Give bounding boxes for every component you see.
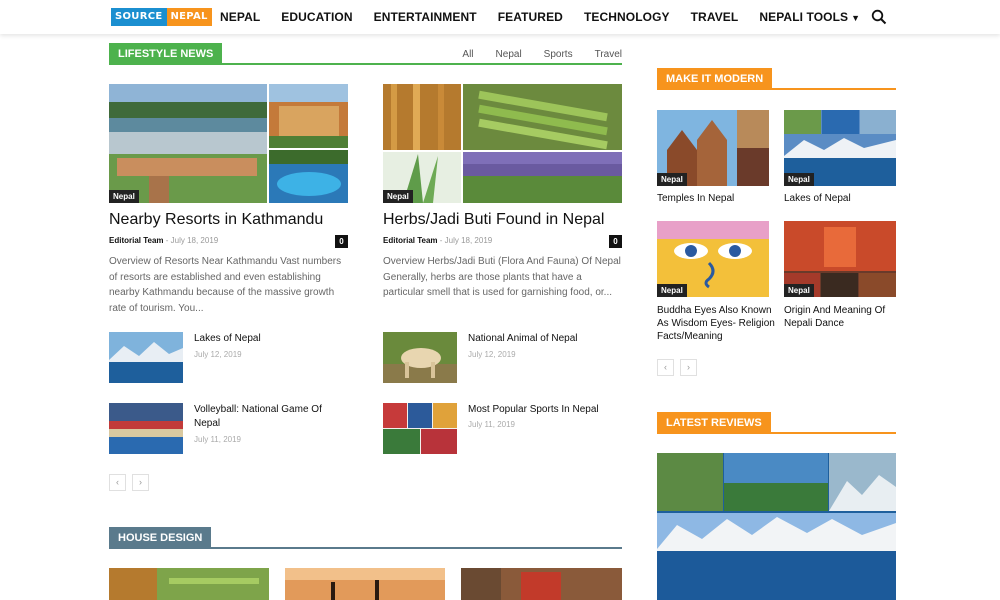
make-it-modern-header: MAKE IT MODERN <box>657 68 896 90</box>
nav-technology[interactable]: TECHNOLOGY <box>584 10 670 24</box>
author-name[interactable]: Editorial Team <box>109 236 164 245</box>
thumb-lakes-side[interactable]: Nepal <box>784 110 896 186</box>
latest-reviews-header: LATEST REVIEWS <box>657 412 896 434</box>
thumb-sports[interactable] <box>383 403 457 454</box>
post-date: July 18, 2019 <box>170 236 219 245</box>
article-meta: Editorial Team - July 18, 2019 <box>109 236 219 245</box>
prev-page-button[interactable]: ‹ <box>109 474 126 491</box>
article-title[interactable]: Herbs/Jadi Buti Found in Nepal <box>383 211 622 229</box>
article-title[interactable]: Nearby Resorts in Kathmandu <box>109 211 348 229</box>
comment-count[interactable]: 0 <box>609 235 622 248</box>
article-title[interactable]: Lakes of Nepal <box>194 332 344 346</box>
filter-travel[interactable]: Travel <box>595 49 622 60</box>
cow-thumb <box>383 332 457 383</box>
sports-thumb <box>383 403 457 454</box>
thumb-lakes[interactable] <box>109 332 183 383</box>
category-badge[interactable]: Nepal <box>784 284 814 297</box>
nav-education[interactable]: EDUCATION <box>281 10 352 24</box>
category-badge[interactable]: Nepal <box>657 173 687 186</box>
chevron-down-icon: ▼ <box>851 13 861 23</box>
search-icon[interactable] <box>871 9 887 25</box>
volleyball-thumb <box>109 403 183 454</box>
lakes-review-image <box>657 453 896 600</box>
filter-nepal[interactable]: Nepal <box>496 49 522 60</box>
article-title[interactable]: Volleyball: National Game Of Nepal <box>194 403 339 431</box>
thumb-nepali-dance[interactable]: Nepal <box>784 221 896 297</box>
thumb-volleyball[interactable] <box>109 403 183 454</box>
house-image-1 <box>109 568 269 600</box>
thumb-national-animal[interactable] <box>383 332 457 383</box>
featured-image-herbs[interactable]: Nepal <box>383 84 622 203</box>
main-nav: NEPAL EDUCATION ENTERTAINMENT FEATURED T… <box>220 0 881 34</box>
article-title[interactable]: Most Popular Sports In Nepal <box>468 403 618 417</box>
post-date: July 11, 2019 <box>194 435 241 444</box>
site-logo[interactable]: SOURCE NEPAL <box>111 8 212 26</box>
post-date: July 11, 2019 <box>468 420 515 429</box>
article-title[interactable]: Origin And Meaning Of Nepali Dance <box>784 304 896 330</box>
filter-all[interactable]: All <box>462 49 473 60</box>
house-thumb-1[interactable] <box>109 568 269 600</box>
article-excerpt: Overview of Resorts Near Kathmandu Vast … <box>109 256 342 314</box>
house-image-2 <box>285 568 445 600</box>
lifestyle-news-title: LIFESTYLE NEWS <box>109 43 223 65</box>
nav-nepal[interactable]: NEPAL <box>220 10 260 24</box>
article-excerpt: Overview Herbs/Jadi Buti (Flora And Faun… <box>383 256 621 298</box>
review-image[interactable] <box>657 453 896 600</box>
make-it-modern-title: MAKE IT MODERN <box>657 68 773 90</box>
lifestyle-news-header: LIFESTYLE NEWS All Nepal Sports Travel <box>109 43 622 65</box>
category-badge[interactable]: Nepal <box>383 190 413 203</box>
house-image-3 <box>461 568 622 600</box>
nav-nepali-tools[interactable]: NEPALI TOOLS ▼ <box>759 10 860 24</box>
logo-nepal: NEPAL <box>166 8 212 26</box>
category-filters: All Nepal Sports Travel <box>440 43 622 65</box>
herbs-collage <box>383 84 622 203</box>
article-meta: Editorial Team - July 18, 2019 <box>383 236 493 245</box>
comment-count[interactable]: 0 <box>335 235 348 248</box>
category-badge[interactable]: Nepal <box>657 284 687 297</box>
house-thumb-2[interactable] <box>285 568 445 600</box>
nav-featured[interactable]: FEATURED <box>498 10 563 24</box>
house-design-title: HOUSE DESIGN <box>109 527 212 549</box>
resort-collage <box>109 84 348 203</box>
nav-nepali-tools-label: NEPALI TOOLS <box>759 10 849 24</box>
pagination: ‹ › <box>657 359 703 376</box>
post-date: July 18, 2019 <box>444 236 493 245</box>
pagination: ‹ › <box>109 474 155 491</box>
latest-reviews-title: LATEST REVIEWS <box>657 412 771 434</box>
category-badge[interactable]: Nepal <box>109 190 139 203</box>
next-page-button[interactable]: › <box>680 359 697 376</box>
article-title[interactable]: Buddha Eyes Also Known As Wisdom Eyes- R… <box>657 304 775 343</box>
featured-image-resorts[interactable]: Nepal <box>109 84 348 203</box>
next-page-button[interactable]: › <box>132 474 149 491</box>
author-name[interactable]: Editorial Team <box>383 236 438 245</box>
prev-page-button[interactable]: ‹ <box>657 359 674 376</box>
article-title[interactable]: Lakes of Nepal <box>784 192 896 205</box>
category-badge[interactable]: Nepal <box>784 173 814 186</box>
house-thumb-3[interactable] <box>461 568 622 600</box>
thumb-buddha-eyes[interactable]: Nepal <box>657 221 769 297</box>
house-design-header: HOUSE DESIGN <box>109 527 622 549</box>
lake-thumb <box>109 332 183 383</box>
thumb-temples[interactable]: Nepal <box>657 110 769 186</box>
filter-sports[interactable]: Sports <box>544 49 573 60</box>
logo-source: SOURCE <box>111 8 167 26</box>
site-header: SOURCE NEPAL NEPAL EDUCATION ENTERTAINME… <box>0 0 1000 34</box>
post-date: July 12, 2019 <box>194 350 242 359</box>
post-date: July 12, 2019 <box>468 350 516 359</box>
article-title[interactable]: Temples In Nepal <box>657 192 769 205</box>
nav-travel[interactable]: TRAVEL <box>691 10 739 24</box>
article-title[interactable]: National Animal of Nepal <box>468 332 618 346</box>
nav-entertainment[interactable]: ENTERTAINMENT <box>374 10 477 24</box>
